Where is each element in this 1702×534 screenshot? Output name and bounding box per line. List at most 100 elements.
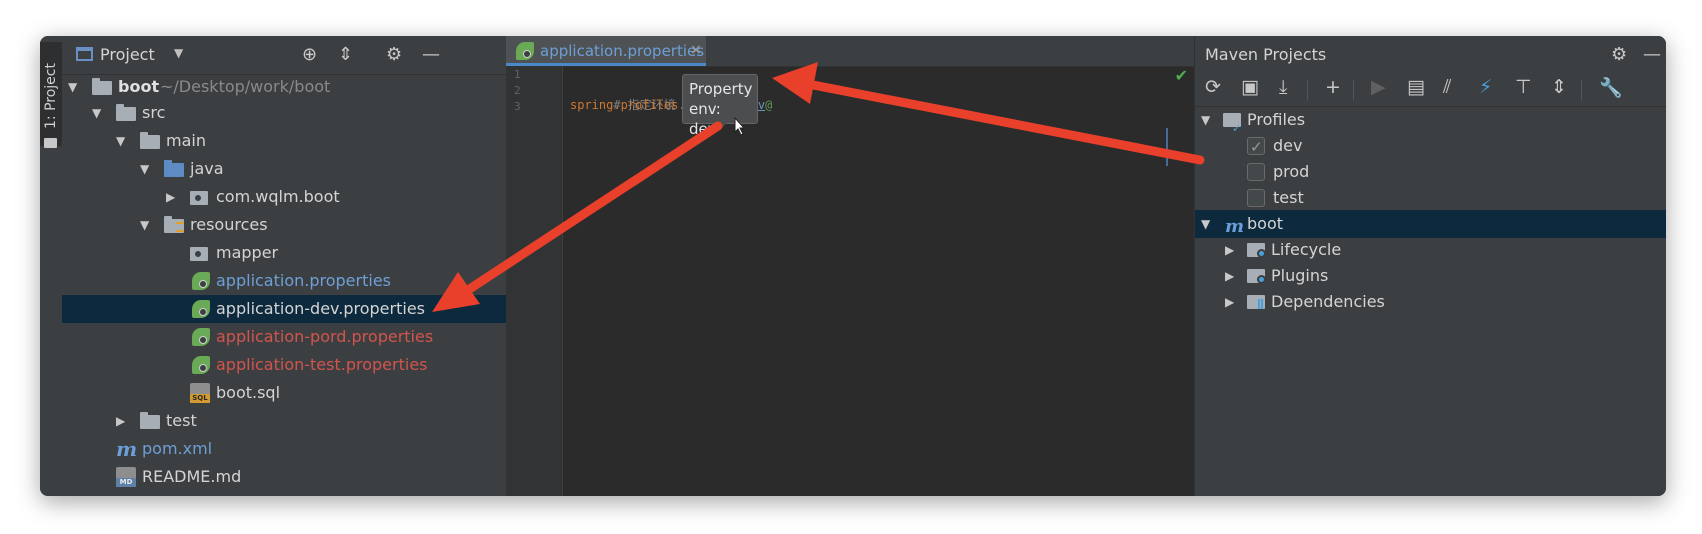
skip-tests-icon[interactable]: ⚡ bbox=[1479, 76, 1492, 98]
profile-label: dev bbox=[1273, 136, 1303, 155]
tree-item-test[interactable]: ▶ test bbox=[62, 407, 506, 435]
chevron-right-icon[interactable]: ▶ bbox=[166, 183, 175, 211]
tree-item-label: application-test.properties bbox=[216, 355, 428, 374]
tree-item-resources[interactable]: ▼ resources bbox=[62, 211, 506, 239]
tree-item-label: application.properties bbox=[216, 271, 391, 290]
chevron-down-icon[interactable]: ▼ bbox=[140, 211, 149, 239]
spring-leaf-icon bbox=[192, 272, 210, 290]
tree-item-application-dev-properties[interactable]: application-dev.properties bbox=[62, 295, 506, 323]
spring-leaf-icon bbox=[192, 300, 210, 318]
profile-test[interactable]: test bbox=[1195, 184, 1666, 212]
project-panel-header: Project ▼ ⊕ ⇕ ⚙ — bbox=[62, 36, 506, 75]
download-icon[interactable]: ⤓ bbox=[1279, 76, 1287, 98]
tree-item-label: java bbox=[190, 159, 224, 178]
gear-icon[interactable]: ⚙ bbox=[1611, 44, 1627, 65]
collapse-all-icon[interactable]: ⇕ bbox=[1551, 76, 1567, 98]
chevron-right-icon[interactable]: ▶ bbox=[1225, 236, 1234, 264]
reimport-icon[interactable]: ⟳ bbox=[1205, 76, 1221, 98]
tab-label: application.properties bbox=[540, 42, 705, 60]
profiles-icon bbox=[1223, 113, 1241, 143]
line-number: 1 bbox=[514, 68, 521, 81]
tree-item-label: test bbox=[166, 411, 197, 430]
tree-item-java[interactable]: ▼ java bbox=[62, 155, 506, 183]
maven-panel-title: Maven Projects bbox=[1205, 45, 1327, 64]
tree-item-application-properties[interactable]: application.properties bbox=[62, 267, 506, 295]
tree-item-label: mapper bbox=[216, 243, 279, 262]
chevron-down-icon[interactable]: ▼ bbox=[116, 127, 125, 155]
locate-target-icon[interactable]: ⊕ bbox=[302, 44, 317, 65]
scroll-marker[interactable] bbox=[1166, 128, 1168, 166]
spring-leaf-icon bbox=[192, 328, 210, 346]
profile-dev[interactable]: dev bbox=[1195, 132, 1666, 161]
close-icon[interactable]: × bbox=[690, 42, 702, 58]
chevron-down-icon[interactable]: ▼ bbox=[68, 73, 77, 101]
property-tooltip: Property env: dev bbox=[682, 74, 758, 138]
tooltip-value: env: dev bbox=[689, 100, 721, 138]
tree-item-boot[interactable]: ▼ boot ~/Desktop/work/boot bbox=[62, 73, 506, 101]
tree-item-application-test-properties[interactable]: application-test.properties bbox=[62, 351, 506, 379]
wrench-icon[interactable]: 🔧 bbox=[1599, 76, 1623, 99]
dependencies-icon bbox=[1247, 295, 1265, 309]
chevron-right-icon[interactable]: ▶ bbox=[1225, 288, 1234, 316]
inspection-ok-icon: ✔ bbox=[1174, 66, 1188, 85]
run-icon[interactable]: ▶ bbox=[1371, 76, 1386, 98]
maven-tree-plugins[interactable]: ▶ Plugins bbox=[1195, 262, 1666, 290]
profile-prod[interactable]: prod bbox=[1195, 158, 1666, 186]
profile-checkbox[interactable] bbox=[1247, 189, 1265, 207]
maven-projects-panel: Maven Projects ⚙ — ⟳ ▣ ⤓ + ▶ ▤ ⫽ ⚡ ⊤ ⇕ 🔧… bbox=[1194, 36, 1666, 496]
profile-checkbox[interactable] bbox=[1247, 133, 1265, 161]
add-icon[interactable]: + bbox=[1325, 76, 1341, 98]
tree-item-boot-sql[interactable]: SQL boot.sql bbox=[62, 379, 506, 407]
chevron-down-icon[interactable]: ▼ bbox=[92, 99, 101, 127]
project-window-icon bbox=[76, 47, 93, 61]
tooltip-title: Property bbox=[689, 80, 753, 98]
chevron-down-icon[interactable]: ▼ bbox=[1201, 210, 1210, 238]
tree-item-readme[interactable]: MD README.md bbox=[62, 463, 506, 491]
chevron-down-icon[interactable]: ▼ bbox=[140, 155, 149, 183]
placeholder-delimiter: @ bbox=[765, 98, 773, 112]
execute-goal-icon[interactable]: ▤ bbox=[1407, 76, 1425, 98]
line-number-gutter: 1 2 3 bbox=[506, 66, 563, 496]
profile-label: test bbox=[1273, 188, 1304, 207]
hide-panel-icon[interactable]: — bbox=[422, 44, 440, 65]
tree-item-label: main bbox=[166, 131, 206, 150]
folder-icon bbox=[116, 104, 136, 121]
tree-item-label: Dependencies bbox=[1271, 292, 1385, 311]
tab-application-properties[interactable]: application.properties × bbox=[506, 36, 706, 66]
tree-item-application-pord-properties[interactable]: application-pord.properties bbox=[62, 323, 506, 351]
folder-icon bbox=[140, 412, 160, 429]
chevron-down-icon[interactable]: ▼ bbox=[1201, 106, 1210, 134]
project-view-selector[interactable]: Project bbox=[100, 45, 155, 64]
maven-tree-boot[interactable]: ▼ m boot bbox=[1195, 210, 1666, 238]
tree-item-src[interactable]: ▼ src bbox=[62, 99, 506, 127]
collapse-all-icon[interactable]: ⇕ bbox=[338, 44, 353, 65]
maven-tree-lifecycle[interactable]: ▶ Lifecycle bbox=[1195, 236, 1666, 264]
chevron-right-icon[interactable]: ▶ bbox=[1225, 262, 1234, 290]
tree-item-pom-xml[interactable]: m pom.xml bbox=[62, 435, 506, 463]
generate-sources-icon[interactable]: ▣ bbox=[1241, 76, 1259, 98]
show-dependencies-icon[interactable]: ⊤ bbox=[1515, 76, 1532, 98]
ide-window: 1: Project Project ▼ ⊕ ⇕ ⚙ — ▼ boot ~/De… bbox=[40, 36, 1666, 496]
tool-window-stripe: 1: Project bbox=[40, 36, 63, 496]
tree-item-main[interactable]: ▼ main bbox=[62, 127, 506, 155]
sql-badge: SQL bbox=[190, 394, 210, 403]
tree-item-mapper[interactable]: mapper bbox=[62, 239, 506, 267]
profile-checkbox[interactable] bbox=[1247, 163, 1265, 181]
toggle-offline-icon[interactable]: ⫽ bbox=[1443, 76, 1451, 98]
maven-tree-profiles[interactable]: ▼ Profiles bbox=[1195, 106, 1666, 143]
module-folder-icon bbox=[92, 78, 112, 95]
gear-icon[interactable]: ⚙ bbox=[386, 44, 402, 65]
tree-item-path: ~/Desktop/work/boot bbox=[160, 77, 331, 96]
tree-item-label: Profiles bbox=[1247, 110, 1306, 129]
project-stripe-tab[interactable]: 1: Project bbox=[40, 42, 62, 148]
chevron-down-icon[interactable]: ▼ bbox=[174, 46, 183, 60]
hide-panel-icon[interactable]: — bbox=[1643, 44, 1661, 65]
folder-icon bbox=[44, 138, 57, 148]
tree-item-label: boot.sql bbox=[216, 383, 281, 402]
lifecycle-icon bbox=[1247, 243, 1266, 258]
folder-icon bbox=[140, 132, 160, 149]
chevron-right-icon[interactable]: ▶ bbox=[116, 407, 125, 435]
tree-item-package[interactable]: ▶ com.wqlm.boot bbox=[62, 183, 506, 211]
toolbar-separator bbox=[1581, 80, 1582, 100]
maven-tree-dependencies[interactable]: ▶ Dependencies bbox=[1195, 288, 1666, 316]
